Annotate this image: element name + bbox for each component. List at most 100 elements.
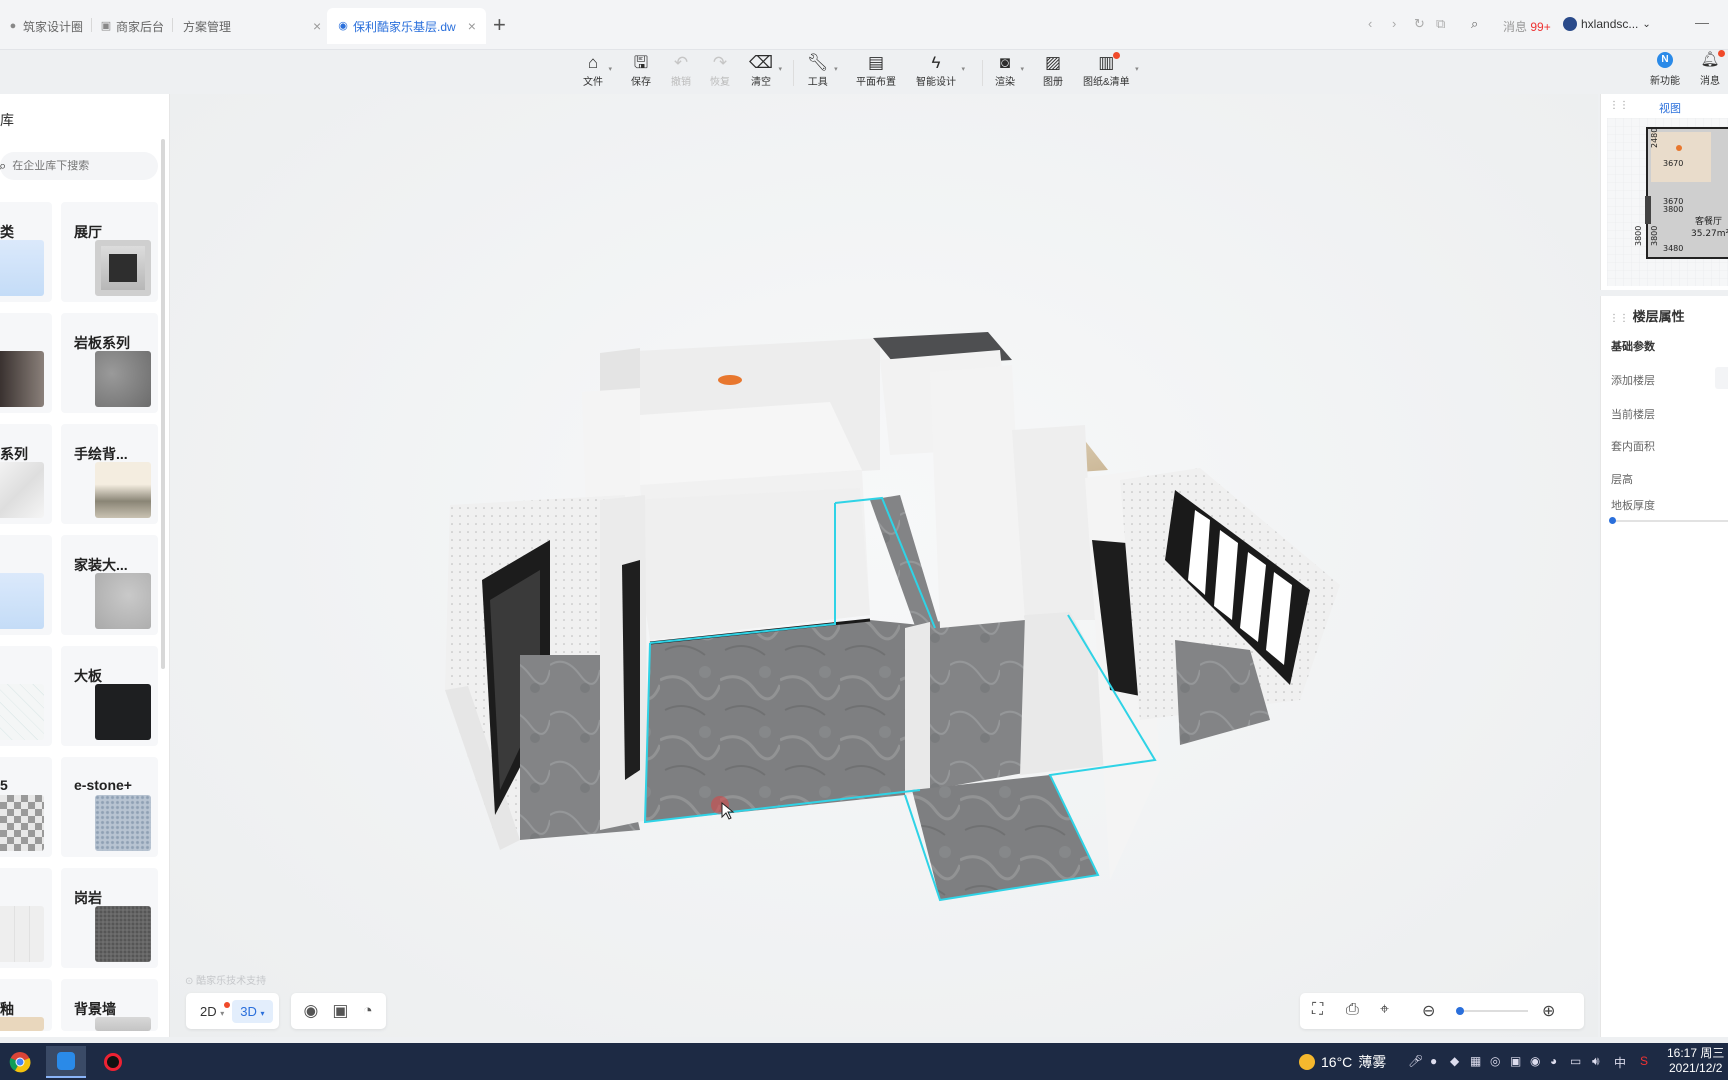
library-category-handpainted[interactable]: 手绘背... bbox=[61, 424, 158, 524]
tool-label: 图册 bbox=[1043, 77, 1063, 88]
app-taskbar-icon[interactable] bbox=[46, 1046, 86, 1078]
chevron-down-icon: ▾ bbox=[1135, 66, 1139, 73]
sync-icon[interactable]: ◎ bbox=[1490, 1054, 1500, 1068]
category-thumbnail bbox=[95, 462, 151, 518]
library-category-card[interactable] bbox=[0, 868, 52, 968]
zoom-in-icon[interactable]: ⊕ bbox=[1542, 1001, 1555, 1021]
search-icon[interactable]: ⌕ bbox=[1471, 16, 1478, 32]
sogou-icon[interactable]: S bbox=[1640, 1054, 1648, 1068]
zoom-slider-handle[interactable] bbox=[1456, 1007, 1464, 1015]
screenshot-icon[interactable]: ⎙ bbox=[1346, 1001, 1359, 1019]
security-icon[interactable]: ▣ bbox=[1510, 1054, 1521, 1068]
view-3d-button[interactable]: 3D ▾ bbox=[232, 999, 273, 1023]
cube-icon[interactable]: ▣ bbox=[332, 1001, 348, 1021]
clear-button[interactable]: ⌫ 清空 ▾ bbox=[749, 53, 782, 88]
library-category-home[interactable]: 家装大... bbox=[61, 535, 158, 635]
library-category-showroom[interactable]: 展厅 bbox=[61, 202, 158, 302]
tab-zhujia-circle[interactable]: ● 筑家设计圈 bbox=[7, 12, 83, 40]
library-category-card[interactable] bbox=[0, 535, 52, 635]
library-category-card[interactable]: 5 bbox=[0, 757, 52, 857]
chat-icon[interactable]: ◉ bbox=[1530, 1054, 1540, 1068]
user-menu[interactable]: hxlandsc... ⌄ bbox=[1563, 17, 1651, 31]
gauge-icon[interactable]: ◔ bbox=[362, 1001, 372, 1021]
3d-floor-plan-model[interactable] bbox=[170, 94, 1598, 1037]
weather-icon bbox=[1299, 1054, 1315, 1070]
undo-button[interactable]: ↶ 撤销 bbox=[671, 53, 691, 88]
library-category-card[interactable]: 类 bbox=[0, 202, 52, 302]
library-search-box[interactable]: ⌕ bbox=[0, 152, 158, 180]
watermark-label: 酷家乐技术支持 bbox=[196, 976, 267, 987]
floor-thickness-slider[interactable] bbox=[1611, 520, 1728, 522]
floor-layout-button[interactable]: ▤ 平面布置 bbox=[856, 53, 896, 88]
system-clock[interactable]: 16:17 周三 2021/12/2 bbox=[1667, 1046, 1724, 1076]
tab-plan-management[interactable]: 方案管理 × bbox=[183, 12, 321, 40]
nvidia-icon[interactable]: ◆ bbox=[1450, 1054, 1459, 1068]
floor-thickness-slider-handle[interactable] bbox=[1609, 517, 1616, 524]
library-category-background-wall[interactable]: 背景墙 bbox=[61, 979, 158, 1031]
messages-button[interactable]: 🔔︎ 消息 bbox=[1700, 50, 1725, 87]
record-tray-icon[interactable]: ● bbox=[1430, 1054, 1437, 1068]
eye-icon[interactable]: ◉ bbox=[304, 1001, 319, 1021]
forward-icon[interactable]: › bbox=[1392, 16, 1396, 31]
minimap-canvas[interactable]: 3670 3670 3800 3480 3800 3800 2480 客餐厅 3… bbox=[1607, 118, 1728, 286]
marble-floor-living-room bbox=[645, 620, 920, 822]
network-tray-icon[interactable]: ▦ bbox=[1470, 1054, 1481, 1068]
file-button[interactable]: ⌂ 文件 ▾ bbox=[583, 53, 612, 88]
new-tab-button[interactable]: + bbox=[493, 12, 506, 38]
close-icon[interactable]: × bbox=[313, 18, 321, 34]
library-category-card[interactable]: 系列 bbox=[0, 424, 52, 524]
layout-icon: ▤ bbox=[867, 53, 885, 72]
save-button[interactable]: 🖫 保存 bbox=[631, 53, 651, 88]
category-thumbnail bbox=[0, 795, 44, 851]
drawings-list-button[interactable]: ▥ 图纸&清单 ▾ bbox=[1083, 52, 1139, 88]
redo-button[interactable]: ↷ 恢复 bbox=[710, 53, 730, 88]
recorder-taskbar-icon[interactable] bbox=[93, 1046, 133, 1078]
zoom-out-icon[interactable]: ⊖ bbox=[1422, 1001, 1435, 1021]
weather-label: 薄雾 bbox=[1358, 1054, 1387, 1070]
library-category-large-slab[interactable]: 大板 bbox=[61, 646, 158, 746]
3d-viewport[interactable]: ⊙ 酷家乐技术支持 bbox=[170, 94, 1598, 1037]
album-button[interactable]: ▨ 图册 bbox=[1043, 53, 1063, 88]
library-category-card[interactable] bbox=[0, 646, 52, 746]
chrome-taskbar-icon[interactable] bbox=[0, 1046, 40, 1078]
back-icon[interactable]: ‹ bbox=[1368, 16, 1372, 31]
view-2d-button[interactable]: 2D ▾ bbox=[192, 1000, 232, 1023]
browser-messages[interactable]: 消息 99+ bbox=[1503, 18, 1551, 35]
basic-params-heading: 基础参数 bbox=[1611, 341, 1655, 353]
tab-current-design[interactable]: ◉ 保利酷家乐基层.dw × bbox=[327, 8, 486, 44]
library-category-granite[interactable]: 岗岩 bbox=[61, 868, 158, 968]
ime-indicator[interactable]: 中 bbox=[1614, 1054, 1626, 1071]
copy-icon[interactable]: ⧉ bbox=[1436, 16, 1445, 32]
view-2d-label: 2D bbox=[200, 1003, 217, 1019]
category-thumbnail bbox=[0, 1017, 44, 1031]
add-floor-button[interactable] bbox=[1715, 367, 1728, 389]
library-search-input[interactable] bbox=[12, 160, 143, 172]
display-icon[interactable]: ▭ bbox=[1570, 1054, 1581, 1068]
drag-handle-icon[interactable]: ⋮⋮ bbox=[1609, 313, 1629, 324]
minimize-icon[interactable]: — bbox=[1695, 14, 1709, 30]
new-features-label: 新功能 bbox=[1650, 76, 1680, 87]
wechat-icon[interactable]: ◕ bbox=[1550, 1054, 1557, 1068]
category-label: 背景墙 bbox=[74, 1001, 116, 1017]
library-category-card[interactable]: 釉 bbox=[0, 979, 52, 1031]
library-scrollbar[interactable] bbox=[161, 139, 165, 669]
volume-icon[interactable]: 🔊︎ bbox=[1592, 1054, 1600, 1069]
render-button[interactable]: ◙ 渲染 ▾ bbox=[995, 53, 1024, 88]
library-category-slate[interactable]: 岩板系列 bbox=[61, 313, 158, 413]
close-icon[interactable]: × bbox=[468, 18, 476, 34]
tools-button[interactable]: 🔧︎ 工具 ▾ bbox=[807, 53, 838, 88]
focus-icon[interactable]: ⌖ bbox=[1380, 1001, 1389, 1019]
chevron-down-icon: ⌄ bbox=[1642, 18, 1651, 30]
microphone-icon[interactable]: 🎤︎ bbox=[1408, 1054, 1423, 1068]
zoom-slider-track[interactable] bbox=[1458, 1010, 1528, 1012]
library-category-estone[interactable]: e-stone+ bbox=[61, 757, 158, 857]
library-category-card[interactable] bbox=[0, 313, 52, 413]
weather-widget[interactable]: 16°C 薄雾 bbox=[1299, 1052, 1386, 1072]
tab-label: 筑家设计圈 bbox=[23, 19, 84, 34]
new-features-button[interactable]: N 新功能 bbox=[1650, 52, 1680, 87]
refresh-icon[interactable]: ↻ bbox=[1414, 16, 1425, 32]
smart-design-button[interactable]: ϟ 智能设计 ▾ bbox=[916, 53, 965, 88]
tab-merchant-backend[interactable]: ▣ 商家后台 bbox=[100, 12, 164, 40]
fit-view-icon[interactable]: ⛶ bbox=[1312, 1001, 1323, 1019]
drag-handle-icon[interactable]: ⋮⋮ bbox=[1609, 100, 1629, 111]
